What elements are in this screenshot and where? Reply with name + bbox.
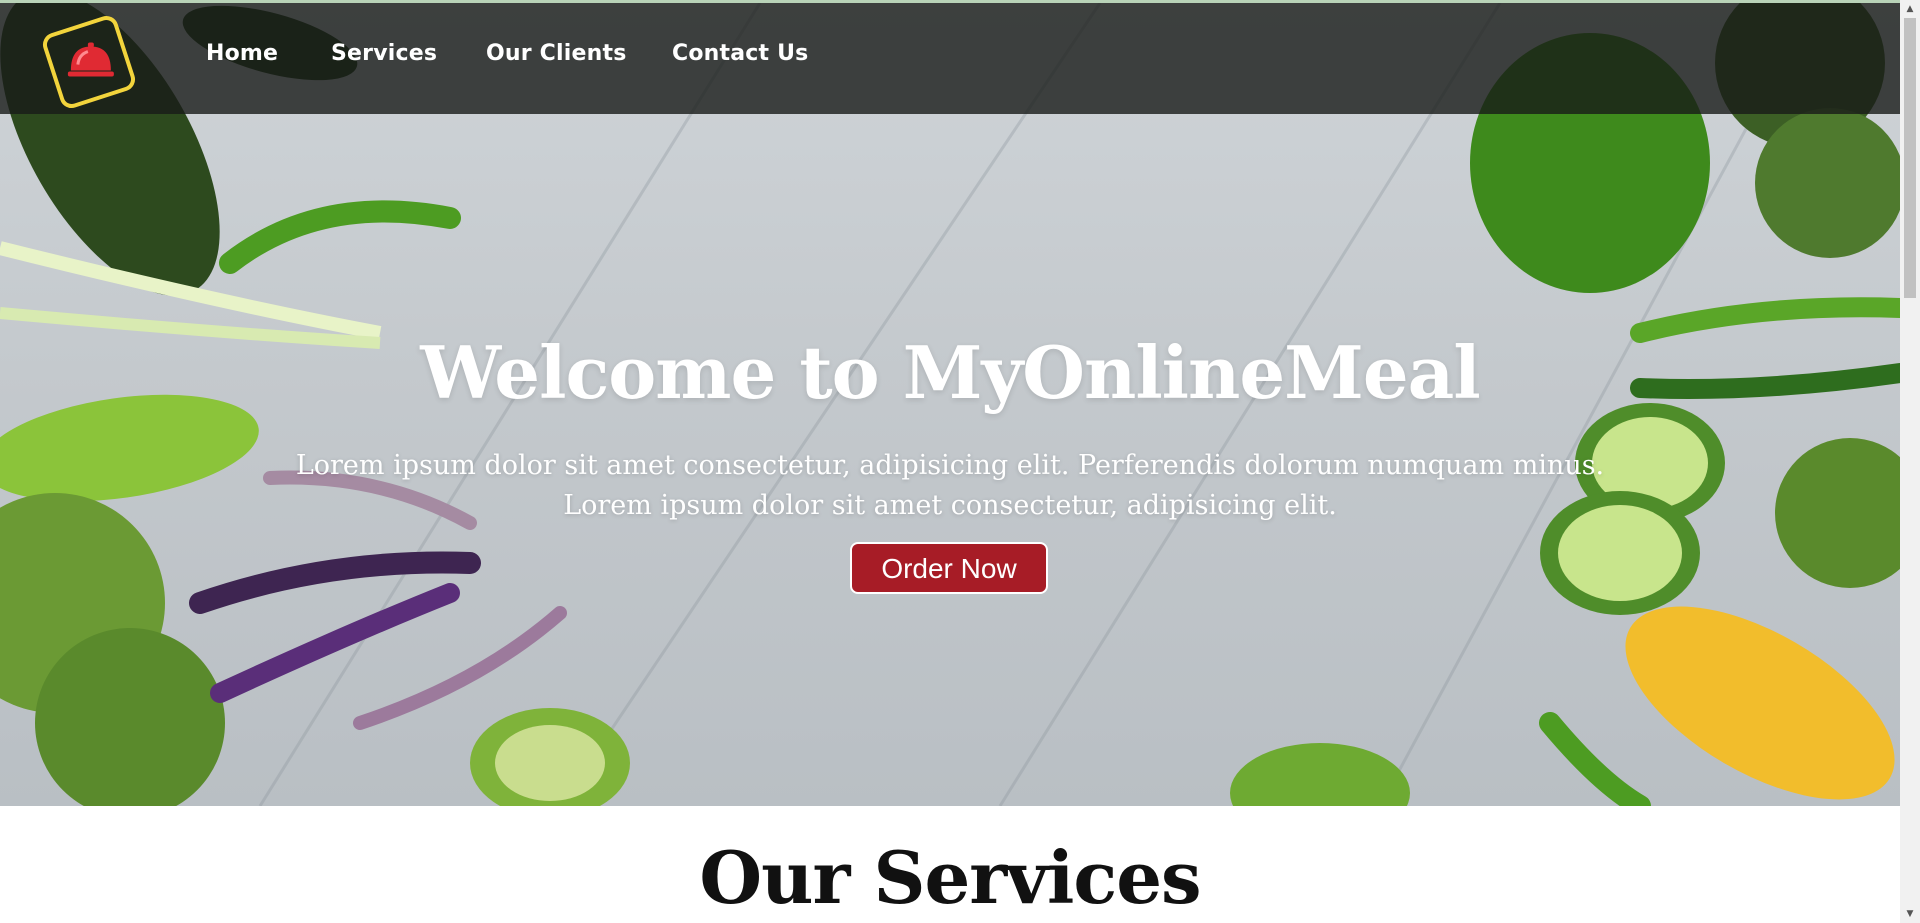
hero-description-line-1: Lorem ipsum dolor sit amet consectetur, …: [295, 450, 1605, 481]
hero-description-line-2: Lorem ipsum dolor sit amet consectetur, …: [563, 490, 1337, 521]
top-navbar: Home Services Our Clients Contact Us: [0, 3, 1900, 114]
nav-link-home[interactable]: Home: [206, 41, 278, 66]
scrollbar-thumb[interactable]: [1904, 18, 1916, 298]
hero-description: Lorem ipsum dolor sit amet consectetur, …: [0, 446, 1900, 526]
nav-link-contact-us[interactable]: Contact Us: [672, 41, 808, 66]
order-now-button[interactable]: Order Now: [850, 542, 1048, 594]
nav-link-services[interactable]: Services: [331, 41, 437, 66]
cloche-icon: [67, 42, 114, 77]
scroll-down-arrow-icon[interactable]: ▼: [1900, 905, 1920, 923]
site-logo[interactable]: [39, 12, 139, 112]
scroll-up-arrow-icon[interactable]: ▲: [1900, 0, 1920, 18]
services-section-title: Our Services: [699, 835, 1201, 920]
nav-link-our-clients[interactable]: Our Clients: [486, 41, 627, 66]
hero-title: Welcome to MyOnlineMeal: [420, 330, 1480, 415]
vertical-scrollbar[interactable]: ▲ ▼: [1900, 0, 1920, 923]
page: Home Services Our Clients Contact Us Wel…: [0, 0, 1900, 923]
